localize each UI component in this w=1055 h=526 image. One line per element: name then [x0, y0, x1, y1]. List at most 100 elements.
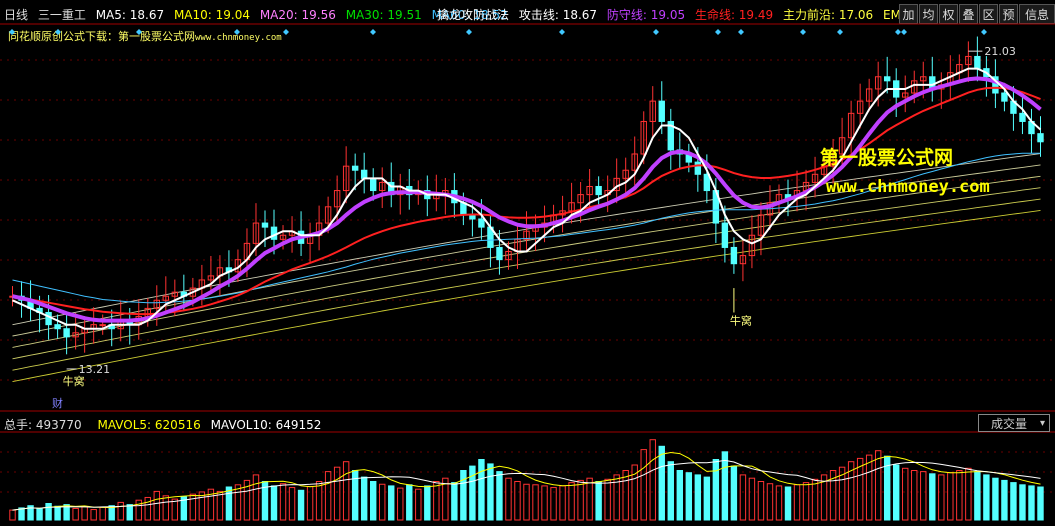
mavol5-value: MAVOL5: 620516 — [97, 418, 201, 432]
volume-bar-89 — [811, 478, 819, 521]
volume-bar-46 — [424, 485, 431, 521]
life-line — [12, 86, 1041, 316]
volume-bar-84 — [766, 483, 774, 521]
volume-bar-55 — [505, 477, 512, 521]
volume-bar-18 — [171, 498, 179, 521]
volume-bar-24 — [225, 486, 233, 521]
candle-body-80 — [730, 246, 738, 265]
volume-bar-76 — [694, 474, 702, 521]
signal-diamond-2 — [136, 29, 142, 35]
candle-body-72 — [658, 100, 665, 122]
candle-body-76 — [694, 161, 702, 175]
volume-bar-45 — [415, 488, 422, 521]
volume-bar-61 — [559, 485, 566, 521]
volume-bar-68 — [622, 470, 629, 521]
volume-bar-99 — [902, 467, 909, 521]
signal-diamond-6 — [466, 29, 472, 35]
volume-indicator-select[interactable]: 成交量 — [978, 414, 1050, 433]
niuchao-label-2: 牛窝 — [730, 314, 752, 328]
volume-bar-8 — [81, 506, 88, 521]
volume-bar-41 — [379, 483, 386, 521]
high-label: 21.03 — [984, 45, 1016, 58]
volume-bar-108 — [983, 474, 990, 521]
volume-bar-100 — [911, 470, 918, 521]
volume-bar-102 — [929, 473, 936, 521]
volume-bar-112 — [1019, 484, 1026, 521]
volume-bar-53 — [487, 463, 494, 521]
candle-body-97 — [883, 76, 891, 82]
volume-bar-98 — [893, 464, 900, 521]
volume-bar-56 — [514, 481, 521, 521]
volume-bar-9 — [90, 509, 97, 521]
volume-bar-105 — [956, 470, 963, 521]
volume-bar-113 — [1028, 485, 1035, 521]
volume-bar-75 — [685, 472, 693, 521]
volume-bar-36 — [333, 466, 341, 521]
volume-bar-95 — [865, 454, 873, 521]
volume-bar-80 — [730, 465, 738, 521]
candle-body-6 — [63, 328, 70, 338]
volume-bar-86 — [784, 486, 792, 521]
candle-body-38 — [351, 165, 359, 171]
volume-bar-51 — [469, 465, 476, 521]
watermark-cn: 第一股票公式网 — [820, 147, 954, 169]
volume-bar-96 — [874, 450, 882, 521]
mavol10-value: MAVOL10: 649152 — [210, 418, 322, 432]
signal-diamond-15 — [981, 29, 987, 35]
volume-bar-35 — [324, 471, 332, 521]
candle-body-65 — [595, 185, 602, 196]
cai-marker: 财 — [52, 396, 63, 410]
signal-diamond-0 — [9, 29, 15, 35]
kline-chart-window: { "toolbar": { "stock_name": "日线", "tick… — [0, 0, 1055, 526]
volume-bar-107 — [974, 471, 981, 521]
candle-body-29 — [270, 226, 278, 240]
volume-bar-34 — [315, 481, 323, 521]
volume-bar-0 — [9, 509, 16, 521]
volume-bar-25 — [234, 484, 242, 521]
volume-bar-32 — [297, 489, 305, 521]
volume-bar-7 — [72, 507, 79, 521]
volume-bar-65 — [595, 481, 602, 521]
attack-line — [12, 67, 1042, 330]
volume-bar-44 — [406, 484, 413, 521]
candle-body-54 — [496, 246, 503, 261]
volume-bar-15 — [144, 496, 151, 521]
volume-bar-63 — [577, 479, 584, 521]
volume-bar-82 — [748, 477, 756, 521]
volume-bar-31 — [288, 487, 296, 521]
volume-bar-74 — [676, 470, 684, 521]
volume-bar-101 — [920, 471, 927, 521]
volume-bar-58 — [532, 484, 539, 521]
volume-bar-16 — [153, 490, 160, 521]
signal-diamond-5 — [370, 29, 376, 35]
defense-line — [12, 76, 1042, 323]
volume-bar-114 — [1037, 486, 1044, 521]
candle-body-79 — [721, 222, 729, 248]
volume-bar-77 — [703, 476, 711, 521]
volume-bar-39 — [360, 476, 368, 521]
volume-bar-54 — [496, 471, 503, 521]
volume-bar-14 — [135, 499, 142, 521]
candle-body-110 — [1001, 92, 1008, 102]
volume-bar-43 — [397, 487, 404, 521]
volume-bar-81 — [739, 474, 747, 521]
volume-bar-13 — [126, 504, 133, 521]
volume-bar-110 — [1001, 479, 1008, 521]
niuchao-label-1: 牛窝 — [63, 374, 85, 388]
total-volume: 总手: 493770 — [4, 418, 88, 432]
volume-bar-85 — [775, 485, 783, 521]
candle-body-114 — [1037, 133, 1044, 143]
signal-diamond-11 — [800, 29, 806, 35]
volume-bar-37 — [342, 461, 350, 521]
volume-bar-87 — [793, 484, 801, 521]
signal-diamond-4 — [283, 29, 289, 35]
signal-diamonds — [9, 29, 987, 35]
volume-bar-49 — [451, 482, 458, 521]
candle-body-4 — [45, 311, 52, 326]
signal-diamond-10 — [738, 29, 744, 35]
volume-bar-50 — [460, 470, 467, 521]
candle-body-10 — [99, 324, 106, 327]
signal-diamond-9 — [715, 29, 721, 35]
signal-diamond-7 — [559, 29, 565, 35]
candle-body-5 — [54, 324, 61, 330]
